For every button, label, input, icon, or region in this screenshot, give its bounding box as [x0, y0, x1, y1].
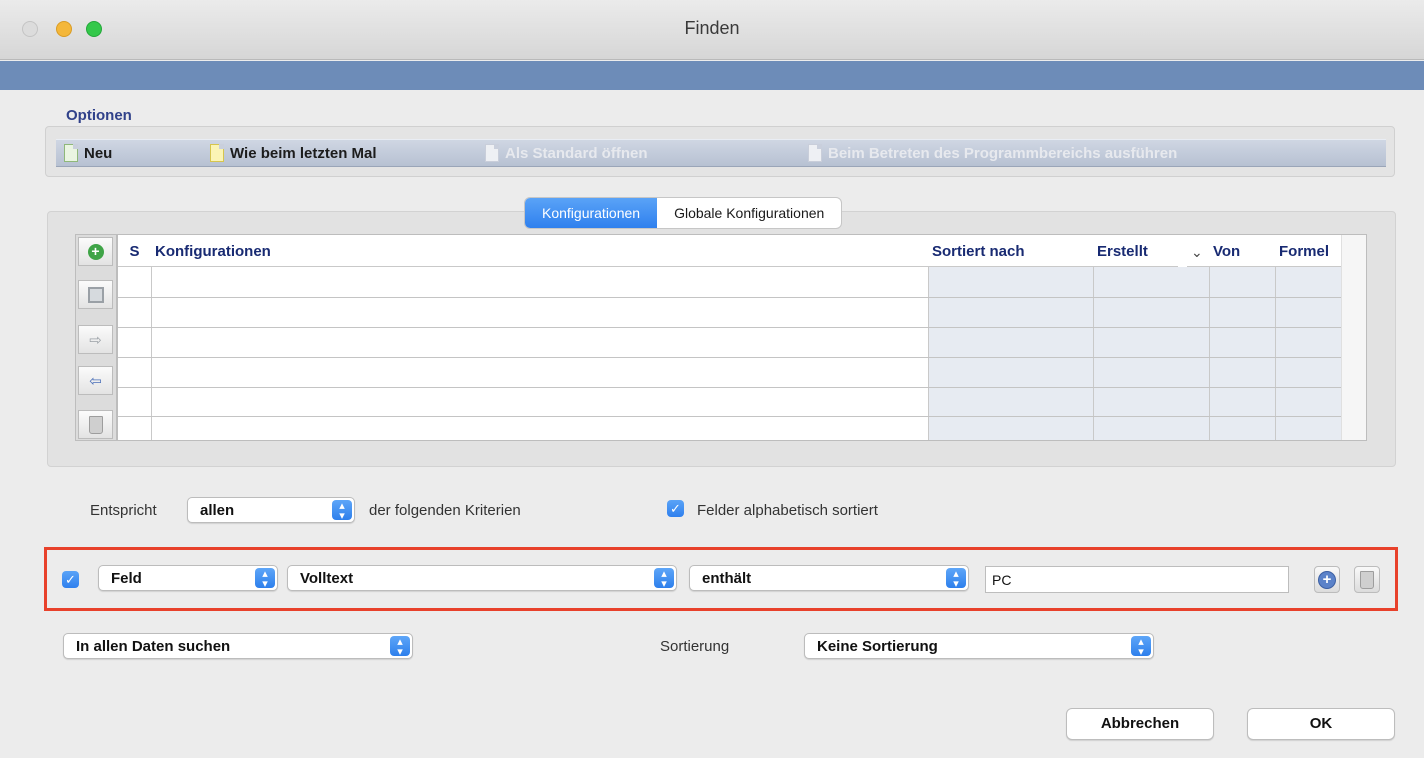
chevron-up-down-icon: ▴ ▾: [1131, 636, 1151, 658]
save-icon: [87, 286, 104, 303]
export-config-button[interactable]: ⇨: [78, 325, 113, 354]
option-open-as-default[interactable]: Als Standard öffnen: [485, 142, 648, 164]
ok-button[interactable]: OK: [1247, 708, 1395, 740]
tab-konfigurationen[interactable]: Konfigurationen: [525, 198, 658, 228]
chevron-up-down-icon: ▴ ▾: [332, 500, 352, 522]
table-row-divider: [118, 416, 1341, 417]
import-icon: ⇦: [89, 372, 102, 390]
option-run-on-enter[interactable]: Beim Betreten des Programmbereichs ausfü…: [808, 142, 1177, 164]
option-new[interactable]: Neu: [64, 142, 112, 164]
document-icon: [808, 144, 822, 162]
match-mode-select[interactable]: allen ▴ ▾: [187, 497, 355, 523]
sort-label: Sortierung: [660, 638, 730, 655]
table-row-divider: [118, 387, 1341, 388]
trash-icon: [1360, 570, 1374, 589]
document-icon: [485, 144, 499, 162]
table-row-divider: [118, 327, 1341, 328]
column-konfigurationen: [151, 267, 928, 440]
column-header-konfigurationen[interactable]: Konfigurationen: [151, 235, 928, 267]
criteria-value-input[interactable]: PC: [985, 566, 1289, 593]
field-select[interactable]: Volltext ▴ ▾: [287, 565, 677, 591]
option-new-label: Neu: [84, 144, 113, 162]
match-label: Entspricht: [90, 502, 157, 519]
chevron-up-down-icon: ▴ ▾: [390, 636, 410, 658]
save-config-button[interactable]: [78, 280, 113, 309]
import-config-button[interactable]: ⇦: [78, 366, 113, 395]
operator-select[interactable]: enthält ▴ ▾: [689, 565, 969, 591]
search-scope-value: In allen Daten suchen: [76, 638, 231, 655]
column-header-formel[interactable]: Formel: [1275, 235, 1343, 267]
column-header-sortiert-nach[interactable]: Sortiert nach: [928, 235, 1093, 267]
trash-icon: [88, 415, 103, 434]
option-like-last-time-label: Wie beim letzten Mal: [230, 144, 377, 162]
new-document-icon: [64, 144, 78, 162]
chevron-up-down-icon: ▴ ▾: [255, 568, 275, 590]
delete-config-button[interactable]: [78, 410, 113, 439]
table-scrollbar[interactable]: [1341, 235, 1366, 440]
cancel-button[interactable]: Abbrechen: [1066, 708, 1214, 740]
add-icon: +: [1318, 570, 1336, 589]
option-run-on-enter-label: Beim Betreten des Programmbereichs ausfü…: [828, 144, 1178, 162]
sort-select[interactable]: Keine Sortierung ▴ ▾: [804, 633, 1154, 659]
column-header-s[interactable]: S: [118, 235, 151, 267]
table-row-divider: [118, 357, 1341, 358]
field-type-value: Feld: [111, 570, 142, 587]
search-scope-select[interactable]: In allen Daten suchen ▴ ▾: [63, 633, 413, 659]
header-band: [0, 61, 1424, 90]
alpha-sort-checkbox[interactable]: ✓: [667, 500, 684, 517]
option-like-last-time[interactable]: Wie beim letzten Mal: [210, 142, 377, 164]
config-tabs: Konfigurationen Globale Konfigurationen: [524, 197, 843, 229]
add-icon: +: [87, 243, 104, 260]
field-type-select[interactable]: Feld ▴ ▾: [98, 565, 278, 591]
table-row-divider: [118, 297, 1341, 298]
option-open-as-default-label: Als Standard öffnen: [505, 144, 648, 162]
criteria-enabled-checkbox[interactable]: ✓: [62, 571, 79, 588]
sort-indicator-icon: ⌄: [1187, 235, 1209, 267]
column-von: [1209, 267, 1275, 440]
document-icon: [210, 144, 224, 162]
column-formel: [1275, 267, 1343, 440]
column-header-erstellt[interactable]: Erstellt: [1093, 235, 1178, 267]
add-config-button[interactable]: +: [78, 237, 113, 266]
window-title: Finden: [684, 18, 740, 38]
add-criteria-button[interactable]: +: [1314, 566, 1340, 593]
export-icon: ⇨: [89, 331, 102, 349]
tab-globale-konfigurationen[interactable]: Globale Konfigurationen: [657, 198, 841, 228]
title-bar: Finden: [0, 0, 1424, 60]
column-sortiert-nach: [928, 267, 1093, 440]
options-heading: Optionen: [66, 107, 132, 124]
match-mode-value: allen: [200, 502, 235, 519]
delete-criteria-button[interactable]: [1354, 566, 1380, 593]
chevron-up-down-icon: ▴ ▾: [946, 568, 966, 590]
alpha-sort-label: Felder alphabetisch sortiert: [697, 502, 878, 519]
sort-value: Keine Sortierung: [817, 638, 938, 655]
column-erstellt: [1093, 267, 1209, 440]
operator-value: enthält: [702, 570, 752, 587]
chevron-up-down-icon: ▴ ▾: [654, 568, 674, 590]
configurations-table: S Konfigurationen Sortiert nach Erstellt…: [117, 234, 1367, 441]
field-value: Volltext: [300, 570, 354, 587]
match-suffix-label: der folgenden Kriterien: [369, 502, 521, 519]
column-header-von[interactable]: Von: [1209, 235, 1275, 267]
